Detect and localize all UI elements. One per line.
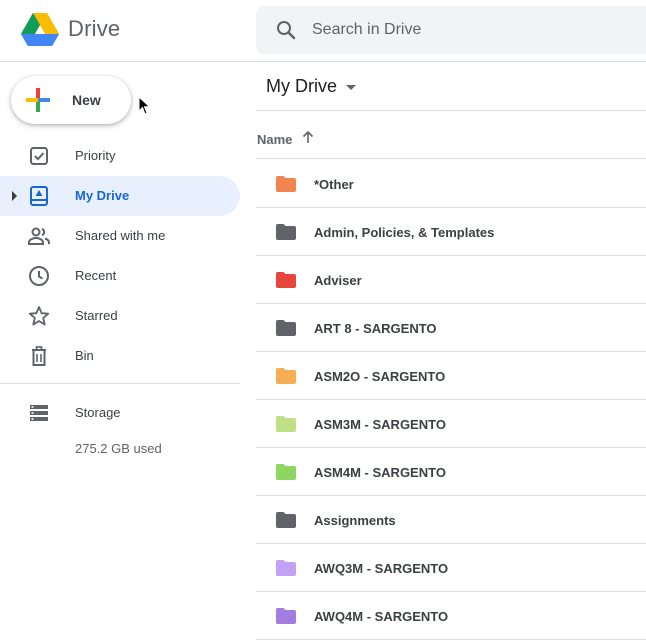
table-row[interactable]: AWQ4M - SARGENTO <box>256 592 646 640</box>
folder-icon <box>276 272 296 288</box>
sidebar-item-recent[interactable]: Recent <box>0 256 240 296</box>
column-header: Name <box>256 111 646 159</box>
folder-name: AWQ4M - SARGENTO <box>314 609 449 624</box>
storage-used-text: 275.2 GB used <box>75 441 162 456</box>
storage-icon <box>30 405 48 421</box>
folder-name: ASM3M - SARGENTO <box>314 417 446 432</box>
folder-icon <box>276 176 296 192</box>
sidebar-item-storage[interactable]: Storage <box>0 393 240 433</box>
drive-logo-icon[interactable] <box>20 12 60 48</box>
search-icon[interactable] <box>274 18 298 42</box>
sidebar-item-label: Shared with me <box>75 228 166 243</box>
search-input[interactable] <box>312 6 642 54</box>
shared-icon <box>28 227 50 245</box>
sidebar-divider <box>0 383 240 384</box>
folder-name: ART 8 - SARGENTO <box>314 321 437 336</box>
new-button-label: New <box>72 92 101 108</box>
sort-ascending-icon[interactable] <box>300 129 316 145</box>
clock-icon <box>29 266 49 286</box>
table-row[interactable]: ASM2O - SARGENTO <box>256 352 646 400</box>
folder-icon <box>276 368 296 384</box>
folder-icon <box>276 608 296 624</box>
folder-icon <box>276 224 296 240</box>
folder-icon <box>276 560 296 576</box>
app-name: Drive <box>68 16 121 41</box>
table-row[interactable]: Admin, Policies, & Templates <box>256 208 646 256</box>
my-drive-icon <box>30 186 48 206</box>
plus-icon <box>26 88 50 112</box>
folder-name: Assignments <box>314 513 396 528</box>
folder-icon <box>276 512 296 528</box>
table-row[interactable]: AWQ3M - SARGENTO <box>256 544 646 592</box>
sidebar-item-label: Bin <box>75 348 94 363</box>
folder-icon <box>276 416 296 432</box>
sidebar-item-starred[interactable]: Starred <box>0 296 240 336</box>
top-bar: Drive <box>0 0 646 62</box>
folder-name: ASM2O - SARGENTO <box>314 369 446 384</box>
sidebar-item-priority[interactable]: Priority <box>0 136 240 176</box>
new-button[interactable]: New <box>11 76 131 124</box>
table-row[interactable]: *Other <box>256 160 646 208</box>
folder-icon <box>276 320 296 336</box>
table-row[interactable]: ART 8 - SARGENTO <box>256 304 646 352</box>
table-row[interactable]: ASM3M - SARGENTO <box>256 400 646 448</box>
column-name-header[interactable]: Name <box>257 132 292 147</box>
mouse-cursor-icon <box>138 96 151 115</box>
folder-icon <box>276 464 296 480</box>
expand-arrow-icon[interactable] <box>12 191 17 201</box>
sidebar-item-label: Priority <box>75 148 116 163</box>
page-title[interactable]: My Drive <box>266 76 337 97</box>
dropdown-arrow-icon[interactable] <box>346 85 356 90</box>
sidebar-item-shared-with-me[interactable]: Shared with me <box>0 216 240 256</box>
folder-name: AWQ3M - SARGENTO <box>314 561 449 576</box>
file-list: *Other Admin, Policies, & Templates Advise… <box>256 160 646 640</box>
star-icon <box>28 306 50 326</box>
table-row[interactable]: ASM4M - SARGENTO <box>256 448 646 496</box>
priority-icon <box>30 147 48 165</box>
sidebar-item-label: My Drive <box>75 188 130 203</box>
sidebar-item-label: Starred <box>75 308 118 323</box>
sidebar-item-my-drive[interactable]: My Drive <box>0 176 240 216</box>
search-bar[interactable] <box>256 6 646 54</box>
sidebar-item-bin[interactable]: Bin <box>0 336 240 376</box>
folder-name: ASM4M - SARGENTO <box>314 465 446 480</box>
folder-name: Adviser <box>314 273 362 288</box>
sidebar-item-label: Recent <box>75 268 117 283</box>
table-row[interactable]: Adviser <box>256 256 646 304</box>
folder-name: Admin, Policies, & Templates <box>314 225 495 240</box>
table-row[interactable]: Assignments <box>256 496 646 544</box>
trash-icon <box>32 346 46 366</box>
sidebar-item-label: Storage <box>75 405 121 420</box>
folder-name: *Other <box>314 177 354 192</box>
